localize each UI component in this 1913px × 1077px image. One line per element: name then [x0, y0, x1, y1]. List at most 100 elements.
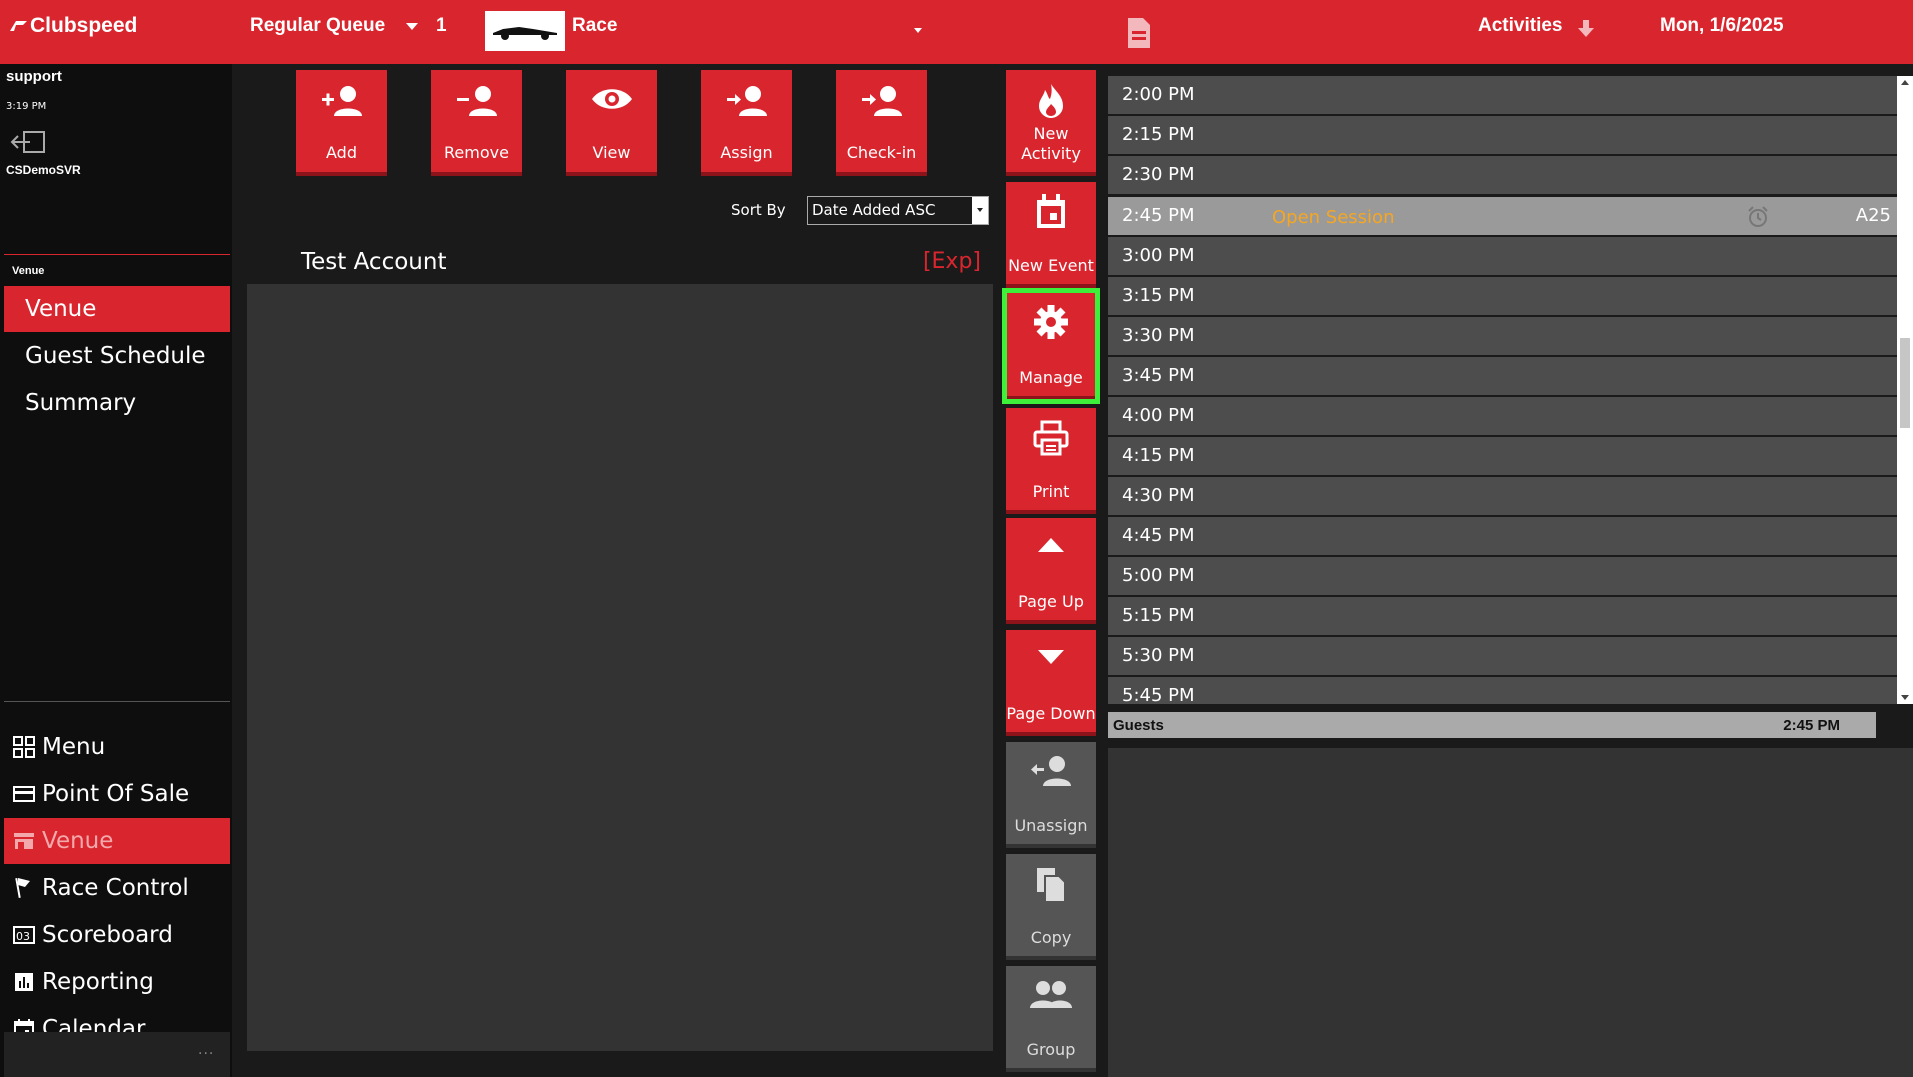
- scoreboard-icon: 03: [12, 923, 36, 947]
- logout-icon[interactable]: [10, 130, 48, 158]
- schedule-slot[interactable]: 5:15 PM: [1108, 597, 1897, 635]
- check-in-button[interactable]: Check-in: [836, 70, 927, 176]
- schedule-slot[interactable]: 5:00 PM: [1108, 557, 1897, 595]
- schedule-slot[interactable]: 4:15 PM: [1108, 437, 1897, 475]
- download-arrow-icon[interactable]: [1578, 20, 1594, 42]
- sort-by-select[interactable]: Date Added ASC: [807, 196, 989, 225]
- card-icon: [12, 782, 36, 806]
- remove-label: Remove: [444, 143, 509, 162]
- eye-icon: [566, 84, 657, 114]
- alarm-clock-icon[interactable]: [1746, 205, 1770, 233]
- account-name: Test Account: [301, 249, 447, 275]
- slot-time: 3:30 PM: [1122, 325, 1195, 346]
- sort-dropdown-arrow-icon[interactable]: [972, 197, 988, 224]
- schedule-slot[interactable]: 2:15 PM: [1108, 116, 1897, 154]
- scroll-up-icon[interactable]: [1901, 80, 1909, 85]
- server-name: CSDemoSVR: [6, 163, 81, 177]
- unassign-button[interactable]: Unassign: [1006, 742, 1096, 848]
- queue-count: 1: [436, 15, 447, 36]
- group-icon: [1006, 978, 1096, 1012]
- slot-time: 5:15 PM: [1122, 605, 1195, 626]
- schedule-slot[interactable]: 3:30 PM: [1108, 317, 1897, 355]
- menu-item-race-control[interactable]: Race Control: [4, 865, 230, 911]
- menu-item-reporting[interactable]: Reporting: [4, 959, 230, 1005]
- schedule-slot-selected[interactable]: 2:45 PM Open Session A25: [1108, 197, 1897, 235]
- arrow-up-icon: [1006, 530, 1096, 560]
- nav-summary[interactable]: Summary: [4, 380, 230, 426]
- schedule-slot[interactable]: 3:00 PM: [1108, 237, 1897, 275]
- slot-time: 4:45 PM: [1122, 525, 1195, 546]
- schedule-slot[interactable]: 4:00 PM: [1108, 397, 1897, 435]
- track-image[interactable]: [485, 11, 565, 51]
- assign-button[interactable]: Assign: [701, 70, 792, 176]
- remove-button[interactable]: Remove: [431, 70, 522, 176]
- slot-time: 4:30 PM: [1122, 485, 1195, 506]
- menu-item-label: Race Control: [42, 875, 189, 901]
- group-label: Group: [1026, 1040, 1076, 1059]
- clubspeed-logo: Clubspeed: [8, 14, 137, 38]
- store-icon: [12, 829, 36, 853]
- print-button[interactable]: Print: [1006, 408, 1096, 514]
- manage-button[interactable]: Manage: [1002, 288, 1100, 404]
- track-dropdown-caret-icon[interactable]: [914, 28, 922, 33]
- view-button[interactable]: View: [566, 70, 657, 176]
- add-button[interactable]: Add: [296, 70, 387, 176]
- nav-venue[interactable]: Venue: [4, 286, 230, 332]
- schedule-panel: 2:00 PM 2:15 PM 2:30 PM 2:45 PM Open Ses…: [1108, 64, 1913, 1077]
- schedule-slot[interactable]: 2:30 PM: [1108, 156, 1897, 194]
- schedule-slot[interactable]: 5:30 PM: [1108, 637, 1897, 675]
- sort-by-label: Sort By: [731, 201, 786, 219]
- queue-dropdown-caret-icon[interactable]: [406, 23, 418, 30]
- printer-icon: [1006, 420, 1096, 456]
- scroll-down-icon[interactable]: [1901, 695, 1909, 700]
- schedule-slot[interactable]: 3:45 PM: [1108, 357, 1897, 395]
- session-code: A25: [1855, 205, 1891, 226]
- flame-icon: [1006, 82, 1096, 120]
- top-bar: Clubspeed Regular Queue 1 Race Activitie…: [0, 0, 1913, 64]
- document-icon[interactable]: [1126, 16, 1152, 54]
- menu-item-scoreboard[interactable]: 03 Scoreboard: [4, 912, 230, 958]
- slot-time: 3:45 PM: [1122, 365, 1195, 386]
- schedule-slot[interactable]: 4:30 PM: [1108, 477, 1897, 515]
- grid-icon: [12, 735, 36, 759]
- expand-toggle[interactable]: [Exp]: [923, 249, 981, 274]
- logo-swoosh-icon: [10, 21, 27, 31]
- menu-item-point-of-sale[interactable]: Point Of Sale: [4, 771, 230, 817]
- slot-time: 5:45 PM: [1122, 685, 1195, 704]
- menu-item-label: Venue: [42, 828, 114, 854]
- schedule-slot[interactable]: 2:00 PM: [1108, 76, 1897, 114]
- menu-item-venue[interactable]: Venue: [4, 818, 230, 864]
- new-event-button[interactable]: New Event: [1006, 182, 1096, 288]
- guests-label: Guests: [1113, 717, 1164, 734]
- divider: [4, 701, 230, 702]
- arrow-down-icon: [1006, 642, 1096, 672]
- queue-select[interactable]: Regular Queue: [250, 15, 385, 37]
- nav-guest-schedule[interactable]: Guest Schedule: [4, 333, 230, 379]
- brand-name: Clubspeed: [30, 14, 138, 37]
- menu-item-menu[interactable]: Menu: [4, 724, 230, 770]
- race-car-icon: [493, 27, 557, 40]
- account-header[interactable]: Test Account [Exp]: [247, 240, 993, 284]
- schedule-slot[interactable]: 3:15 PM: [1108, 277, 1897, 315]
- page-down-button[interactable]: Page Down: [1006, 630, 1096, 736]
- more-options-icon[interactable]: ...: [198, 1042, 214, 1058]
- current-date[interactable]: Mon, 1/6/2025: [1660, 15, 1784, 37]
- check-in-label: Check-in: [846, 143, 917, 162]
- page-up-button[interactable]: Page Up: [1006, 518, 1096, 624]
- activities-label[interactable]: Activities: [1478, 15, 1562, 37]
- flag-icon: [12, 876, 36, 900]
- guests-list-area: [1108, 748, 1913, 1077]
- new-activity-button[interactable]: New Activity: [1006, 70, 1096, 176]
- track-name[interactable]: Race: [572, 15, 617, 37]
- scrollbar-thumb[interactable]: [1900, 338, 1910, 428]
- view-label: View: [592, 143, 631, 162]
- chart-icon: [12, 970, 36, 994]
- schedule-slot[interactable]: 4:45 PM: [1108, 517, 1897, 555]
- sidebar-footer: [4, 1032, 230, 1077]
- schedule-scrollbar[interactable]: [1897, 76, 1913, 704]
- copy-button[interactable]: Copy: [1006, 854, 1096, 960]
- group-button[interactable]: Group: [1006, 966, 1096, 1072]
- schedule-slot[interactable]: 5:45 PM: [1108, 677, 1897, 704]
- sidebar: support 3:19 PM CSDemoSVR Venue Venue Gu…: [0, 64, 232, 1077]
- slot-time: 2:00 PM: [1122, 84, 1195, 105]
